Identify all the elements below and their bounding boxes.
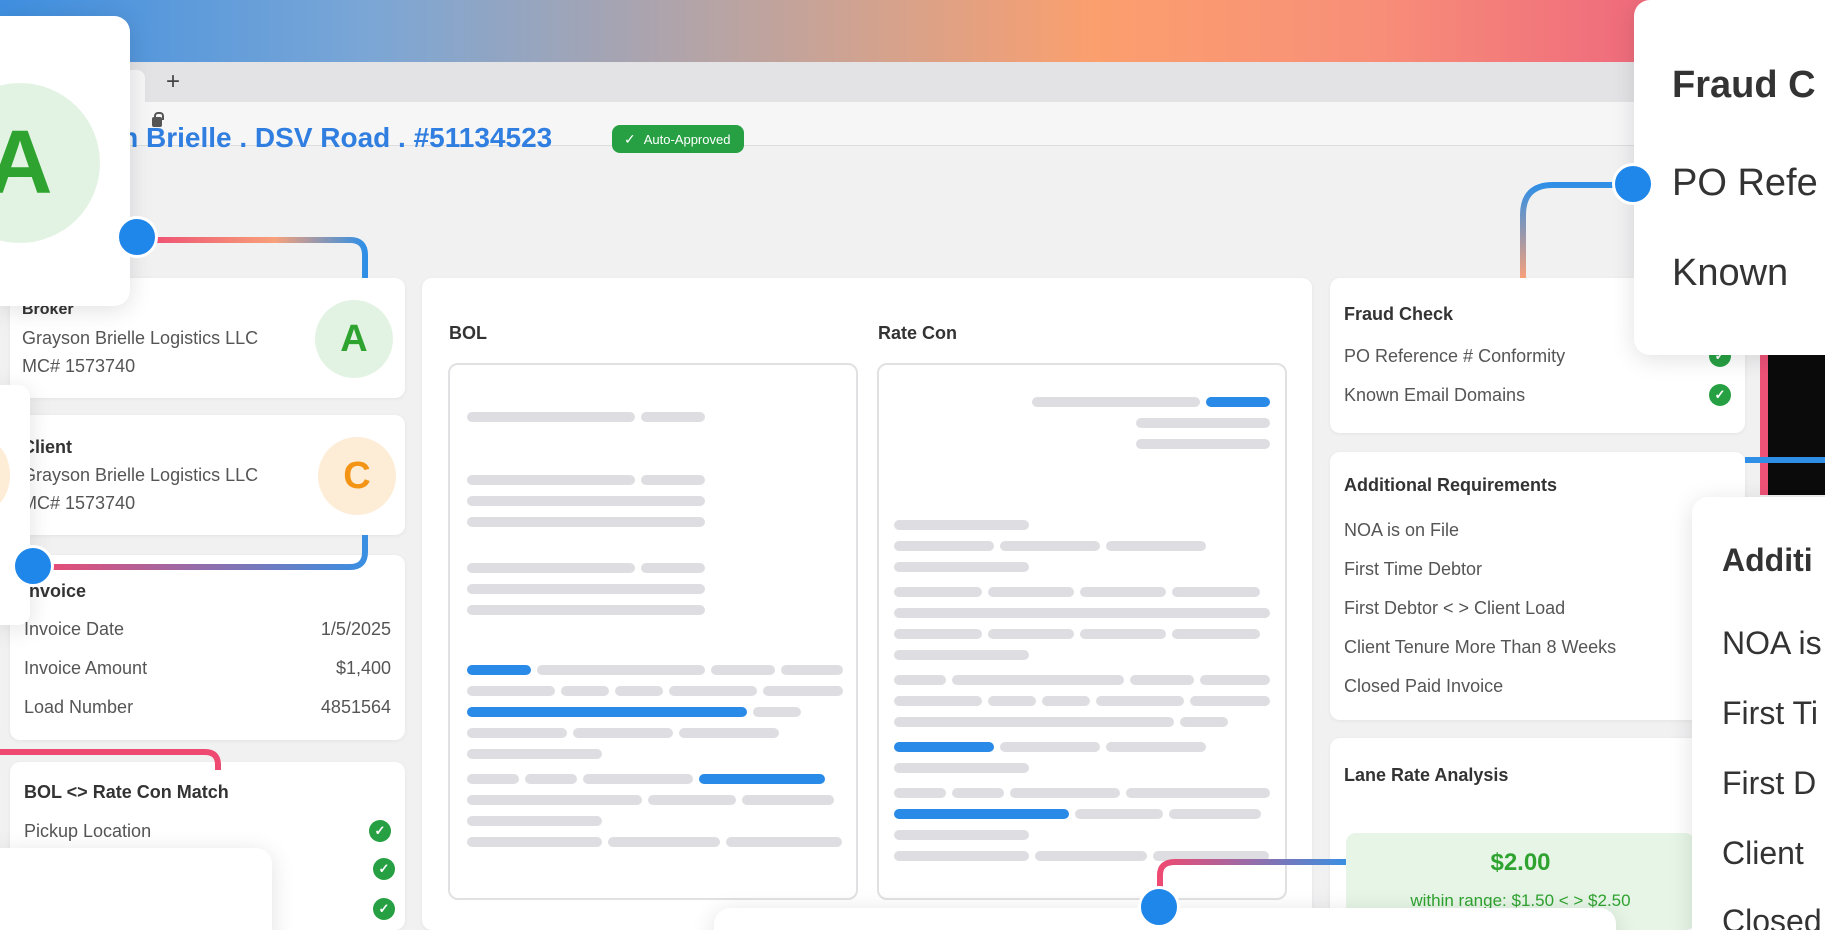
connector-dot — [1612, 163, 1654, 205]
zoom-requirements-heading: Additi — [1722, 542, 1813, 578]
connector-dot — [12, 545, 54, 587]
zoom-fraud-heading: Fraud C — [1672, 64, 1816, 106]
connector-dot — [116, 216, 158, 258]
zoom-fraud-row: PO Refe — [1672, 162, 1818, 204]
zoom-broker-avatar: A — [0, 83, 100, 243]
zoom-requirement-row: NOA is — [1722, 625, 1822, 661]
bottom-left-overlay — [0, 848, 272, 930]
client-zoom-overlay — [0, 385, 30, 625]
zoom-fraud-row: Known — [1672, 252, 1789, 294]
zoom-client-avatar — [0, 440, 10, 510]
zoom-requirement-row: Client — [1722, 835, 1804, 871]
connector-line-broker — [0, 182, 1825, 905]
requirements-zoom-overlay: Additi NOA is First Ti First D Client Cl… — [1692, 497, 1825, 930]
connector-dot — [1138, 886, 1180, 928]
zoom-requirement-row: First D — [1722, 765, 1817, 801]
broker-zoom-overlay: A — [0, 16, 130, 306]
zoom-requirement-row: Closed — [1722, 903, 1822, 930]
fraud-zoom-overlay: Fraud C PO Refe Known — [1634, 0, 1825, 355]
zoom-requirement-row: First Ti — [1722, 695, 1818, 731]
